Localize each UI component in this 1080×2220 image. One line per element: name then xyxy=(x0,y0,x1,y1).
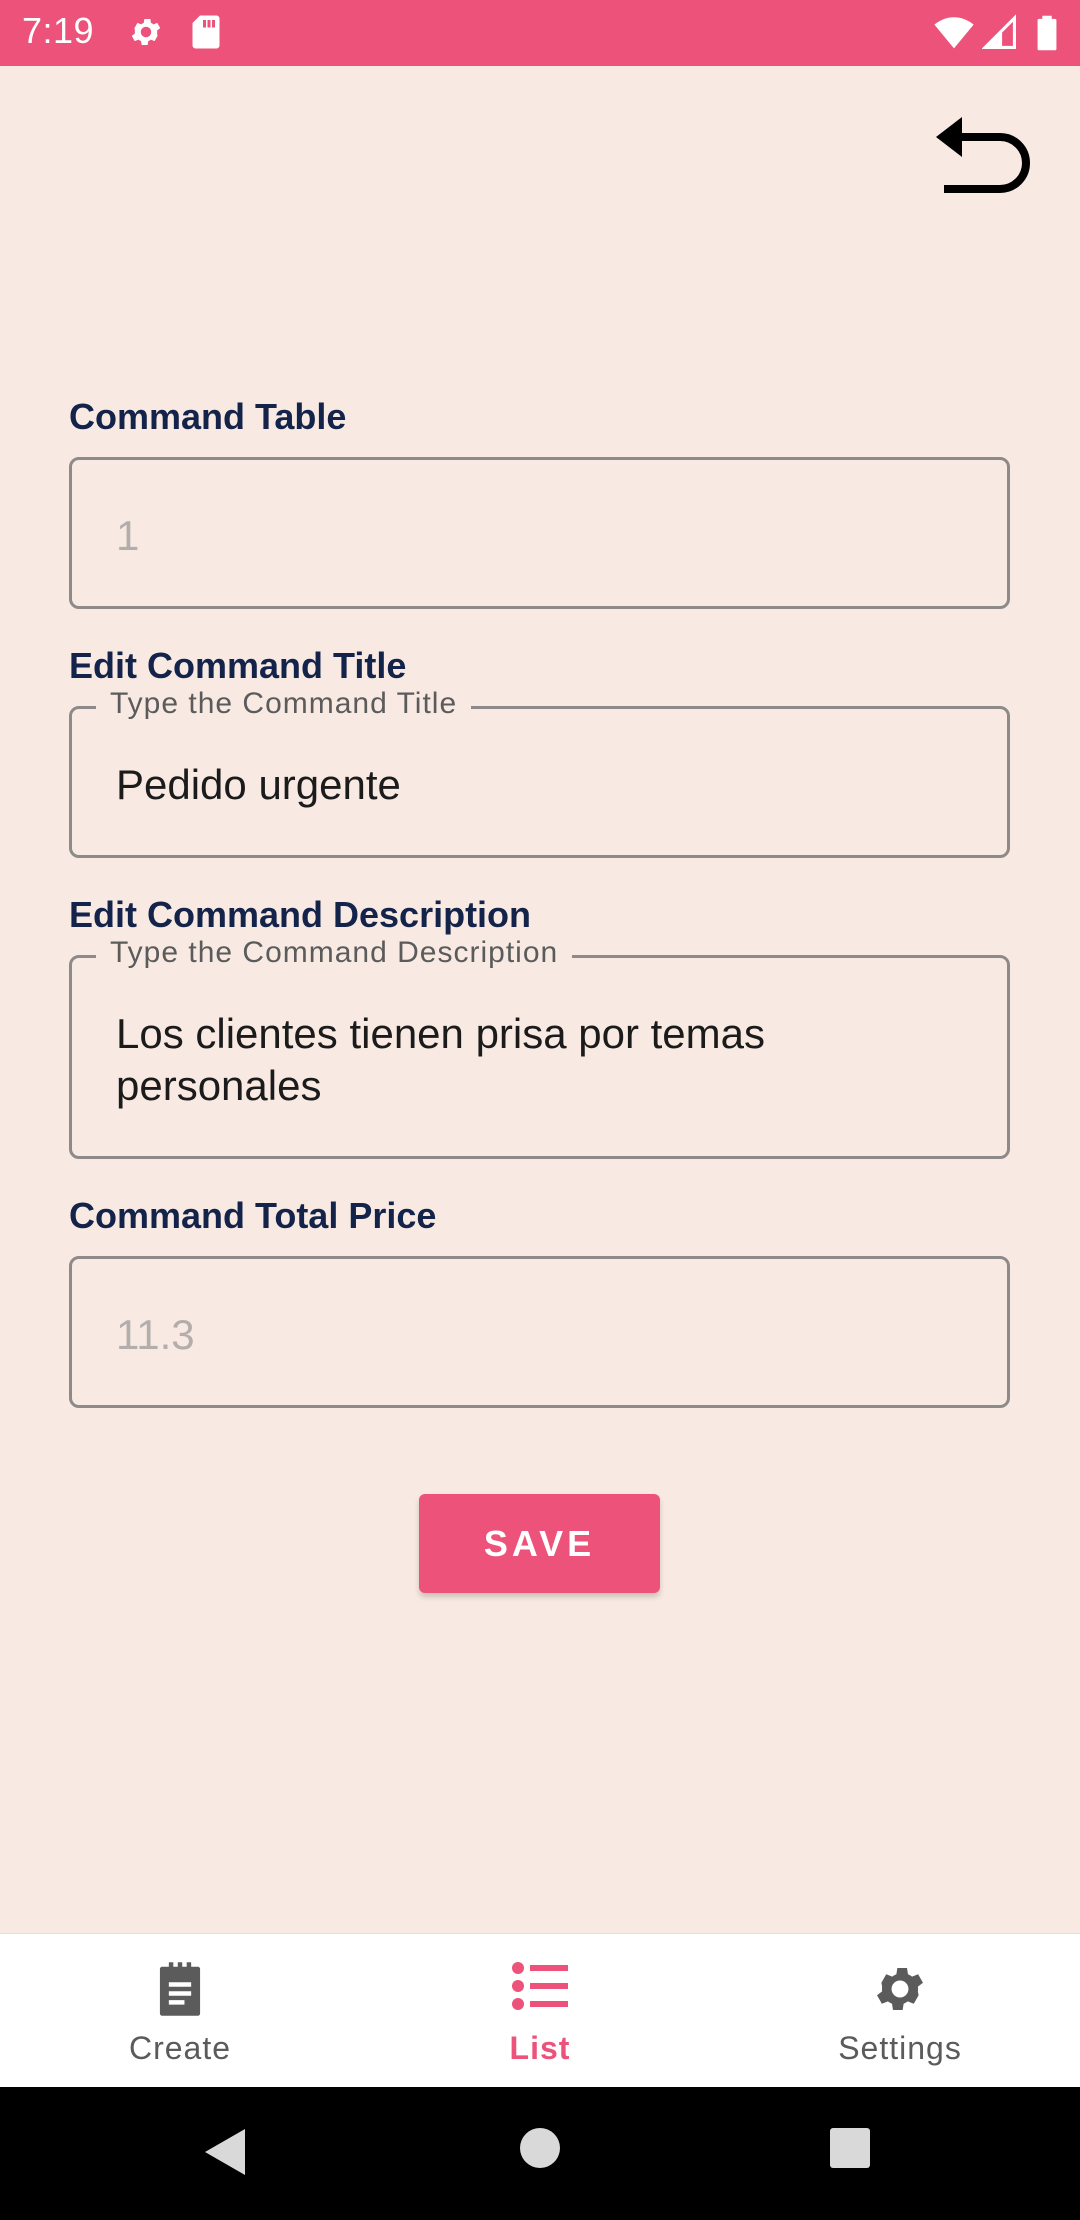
command-price-value: 11.3 xyxy=(116,1311,195,1358)
nav-item-list[interactable]: List xyxy=(360,1934,720,2088)
command-title-field[interactable]: Type the Command Title Pedido urgente xyxy=(69,687,1010,858)
status-bar: 7:19 xyxy=(0,0,1080,66)
command-title-input[interactable]: Pedido urgente xyxy=(116,761,401,809)
command-table-field: 1 xyxy=(69,457,1010,609)
wifi-icon xyxy=(934,14,974,55)
notepad-icon xyxy=(159,1962,201,2016)
recents-square-icon[interactable] xyxy=(829,2127,871,2169)
nav-item-settings[interactable]: Settings xyxy=(720,1934,1080,2088)
status-time: 7:19 xyxy=(22,10,95,51)
back-button[interactable] xyxy=(920,108,1040,218)
gear-icon xyxy=(128,14,164,55)
command-title-legend: Type the Command Title xyxy=(96,687,472,721)
command-description-field[interactable]: Type the Command Description Los cliente… xyxy=(69,936,1010,1159)
save-button[interactable]: SAVE xyxy=(419,1494,660,1593)
bottom-navigation: Create List Settings xyxy=(0,1933,1080,2088)
signal-icon xyxy=(981,14,1016,55)
command-description-input[interactable]: Los clientes tienen prisa por temas pers… xyxy=(116,1008,956,1112)
back-triangle-icon[interactable] xyxy=(203,2127,247,2177)
nav-label-settings: Settings xyxy=(838,2030,962,2066)
command-table-value: 1 xyxy=(116,512,140,559)
command-price-label: Command Total Price xyxy=(69,1195,437,1236)
undo-arrow-icon xyxy=(936,117,1030,193)
command-description-legend: Type the Command Description xyxy=(96,936,573,970)
command-description-label: Edit Command Description xyxy=(69,894,532,935)
command-table-label: Command Table xyxy=(69,396,347,437)
nav-label-list: List xyxy=(509,2030,571,2066)
nav-item-create[interactable]: Create xyxy=(0,1934,360,2088)
home-circle-icon[interactable] xyxy=(519,2127,561,2169)
nav-label-create: Create xyxy=(128,2030,232,2066)
system-navigation-bar xyxy=(0,2087,1080,2220)
command-title-label: Edit Command Title xyxy=(69,645,407,686)
gear-icon xyxy=(877,1967,923,2011)
sd-card-icon xyxy=(190,14,222,55)
battery-icon xyxy=(1036,14,1058,57)
list-icon xyxy=(512,1962,568,2010)
command-price-field: 11.3 xyxy=(69,1256,1010,1408)
